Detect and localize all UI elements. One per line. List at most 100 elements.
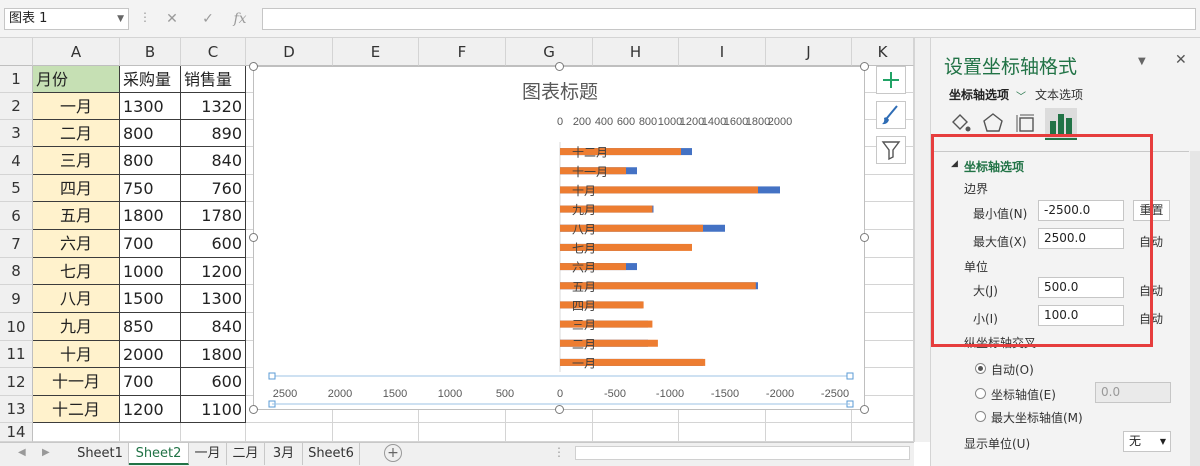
- resize-handle[interactable]: [249, 62, 258, 71]
- cell[interactable]: 1500: [120, 285, 181, 313]
- sheet-tab[interactable]: Sheet1: [72, 443, 129, 465]
- cell[interactable]: 840: [181, 313, 246, 341]
- row-header[interactable]: 4: [0, 147, 33, 175]
- vertical-scrollbar[interactable]: [914, 38, 930, 442]
- cell[interactable]: [246, 423, 333, 442]
- column-header[interactable]: F: [419, 38, 506, 66]
- row-header[interactable]: 9: [0, 285, 33, 313]
- resize-handle[interactable]: [249, 233, 258, 242]
- cell[interactable]: 十二月: [33, 396, 120, 423]
- cell[interactable]: [679, 423, 766, 442]
- size-properties-icon[interactable]: [1013, 110, 1039, 136]
- cell[interactable]: 七月: [33, 258, 120, 285]
- scroll-left-icon[interactable]: ◀: [18, 447, 26, 458]
- cell[interactable]: 890: [181, 120, 246, 147]
- cell[interactable]: 800: [120, 147, 181, 175]
- cell[interactable]: 1200: [181, 258, 246, 285]
- sheet-tab[interactable]: Sheet6: [303, 443, 360, 465]
- radio-max-label[interactable]: 最大坐标轴值(M): [991, 409, 1083, 426]
- select-all-corner[interactable]: [0, 38, 33, 66]
- row-header[interactable]: 8: [0, 258, 33, 285]
- column-header[interactable]: D: [246, 38, 333, 66]
- cell[interactable]: 八月: [33, 285, 120, 313]
- cell[interactable]: 700: [120, 230, 181, 258]
- cell[interactable]: [766, 423, 852, 442]
- cell[interactable]: [120, 423, 181, 442]
- chevron-down-icon[interactable]: ▼: [1160, 432, 1166, 451]
- cell[interactable]: 九月: [33, 313, 120, 341]
- add-chart-element-button[interactable]: [876, 66, 906, 94]
- column-header[interactable]: B: [120, 38, 181, 66]
- row-header[interactable]: 7: [0, 230, 33, 258]
- row-header[interactable]: 1: [0, 66, 33, 93]
- cell[interactable]: 1780: [181, 202, 246, 230]
- resize-handle[interactable]: [555, 405, 564, 414]
- cell[interactable]: 销售量: [181, 66, 246, 93]
- column-header[interactable]: H: [593, 38, 679, 66]
- column-header[interactable]: E: [333, 38, 419, 66]
- radio-auto-label[interactable]: 自动(O): [991, 361, 1034, 378]
- fx-icon[interactable]: fx: [226, 8, 254, 30]
- radio-axis-value[interactable]: [975, 388, 986, 399]
- chart-area[interactable]: 图表标题 十二月 十一月 十月 九月 八月 七月 六月 五月 四月 三月 二月 一月 0 200 400 60…: [253, 66, 865, 410]
- tab-text-options[interactable]: 文本选项: [1035, 86, 1083, 103]
- cell[interactable]: [506, 423, 593, 442]
- row-header[interactable]: 5: [0, 175, 33, 202]
- cell[interactable]: 700: [120, 368, 181, 396]
- cell[interactable]: 十月: [33, 341, 120, 368]
- scroll-right-icon[interactable]: ▶: [42, 447, 50, 458]
- cell[interactable]: 三月: [33, 147, 120, 175]
- row-header[interactable]: 10: [0, 313, 33, 341]
- chevron-down-icon[interactable]: ▼: [117, 9, 124, 29]
- resize-handle[interactable]: [555, 62, 564, 71]
- cell[interactable]: 二月: [33, 120, 120, 147]
- cell[interactable]: [593, 423, 679, 442]
- sheet-tab[interactable]: 一月: [189, 443, 227, 465]
- radio-auto[interactable]: [975, 363, 986, 374]
- cell[interactable]: 600: [181, 230, 246, 258]
- cell[interactable]: 1300: [181, 285, 246, 313]
- add-sheet-icon[interactable]: +: [384, 444, 402, 462]
- row-header[interactable]: 14: [0, 423, 33, 442]
- formula-input[interactable]: [262, 8, 1196, 30]
- cell[interactable]: 750: [120, 175, 181, 202]
- cell[interactable]: [852, 423, 914, 442]
- column-header[interactable]: C: [181, 38, 246, 66]
- cell[interactable]: 800: [120, 120, 181, 147]
- resize-handle[interactable]: [860, 233, 869, 242]
- cell[interactable]: 十一月: [33, 368, 120, 396]
- cell[interactable]: 760: [181, 175, 246, 202]
- close-icon[interactable]: ✕: [158, 8, 186, 30]
- radio-max-axis-value[interactable]: [975, 411, 986, 422]
- cell[interactable]: 600: [181, 368, 246, 396]
- cell[interactable]: 850: [120, 313, 181, 341]
- resize-handle[interactable]: [860, 62, 869, 71]
- sheet-tab[interactable]: Sheet2: [129, 443, 189, 465]
- cell[interactable]: 1800: [120, 202, 181, 230]
- display-units-select[interactable]: 无 ▼: [1123, 431, 1171, 452]
- cell[interactable]: 1320: [181, 93, 246, 120]
- row-header[interactable]: 11: [0, 341, 33, 368]
- cell[interactable]: 1300: [120, 93, 181, 120]
- column-header[interactable]: G: [506, 38, 593, 66]
- chart-styles-button[interactable]: [876, 101, 906, 129]
- sheet-tab[interactable]: 二月: [227, 443, 265, 465]
- column-header[interactable]: J: [766, 38, 852, 66]
- radio-axis-value-label[interactable]: 坐标轴值(E): [991, 386, 1056, 403]
- cell[interactable]: 一月: [33, 93, 120, 120]
- cell[interactable]: 1000: [120, 258, 181, 285]
- cell[interactable]: 2000: [120, 341, 181, 368]
- more-icon[interactable]: ⋮: [553, 445, 565, 459]
- cell[interactable]: 六月: [33, 230, 120, 258]
- check-icon[interactable]: ✓: [194, 8, 222, 30]
- cell[interactable]: 1200: [120, 396, 181, 423]
- column-header[interactable]: A: [33, 38, 120, 66]
- row-header[interactable]: 6: [0, 202, 33, 230]
- cell[interactable]: 840: [181, 147, 246, 175]
- pentagon-icon[interactable]: [980, 110, 1006, 136]
- row-header[interactable]: 2: [0, 93, 33, 120]
- pane-scrollbar[interactable]: [1190, 151, 1200, 466]
- tab-axis-options[interactable]: 坐标轴选项: [949, 86, 1009, 103]
- cell[interactable]: [333, 423, 419, 442]
- cell[interactable]: [33, 423, 120, 442]
